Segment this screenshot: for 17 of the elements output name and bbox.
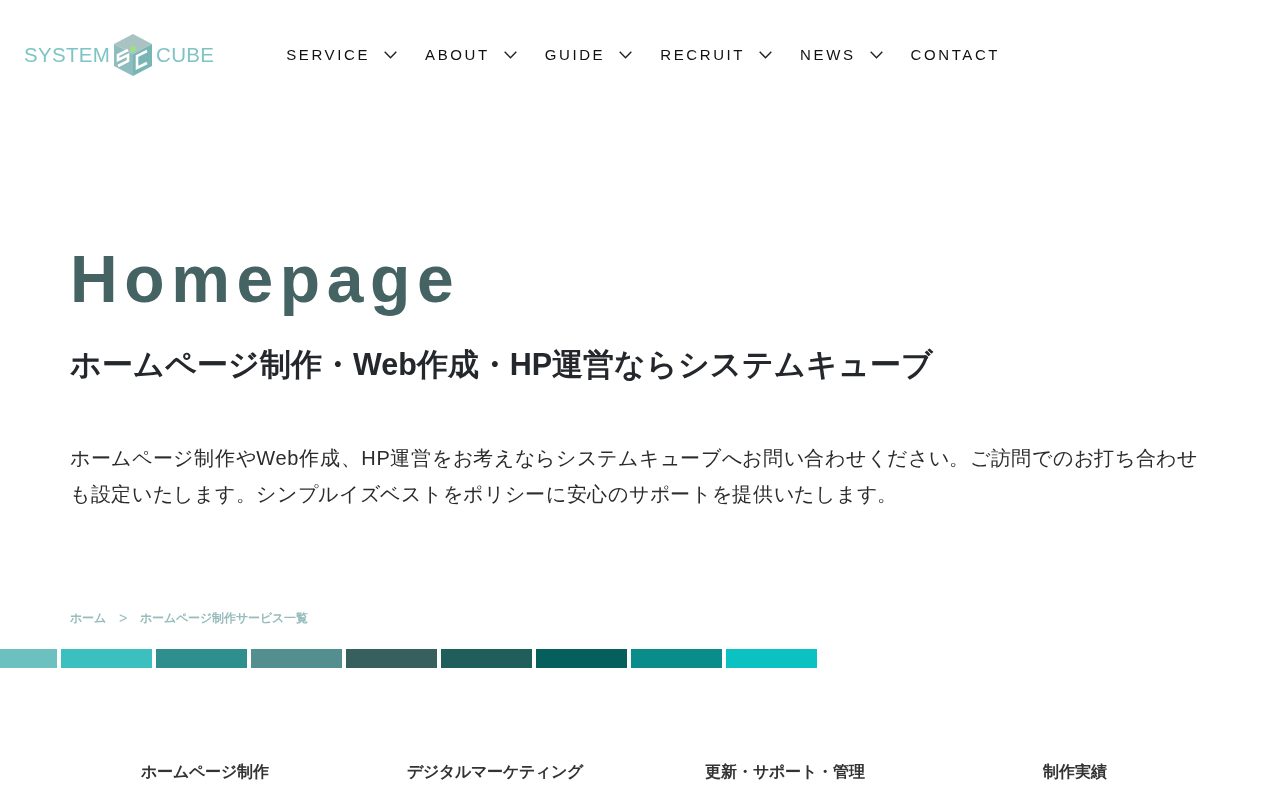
- service-tab[interactable]: 更新・サポート・管理: [705, 760, 865, 784]
- page-subtitle: ホームページ制作・Web作成・HP運営ならシステムキューブ: [70, 346, 934, 383]
- nav-link[interactable]: NEWS: [800, 45, 883, 65]
- nav-link[interactable]: ABOUT: [425, 45, 517, 65]
- logo-text: SYSTEM: [24, 44, 111, 66]
- breadcrumb-separator: >: [119, 609, 128, 627]
- service-tab[interactable]: デジタルマーケティング: [407, 760, 583, 784]
- nav-link[interactable]: RECRUIT: [660, 45, 773, 65]
- logo-text: CUBE: [156, 44, 215, 66]
- nav-link[interactable]: CONTACT: [910, 45, 1001, 65]
- page-title: Homepage: [70, 241, 461, 318]
- nav-link[interactable]: SERVICE: [286, 45, 398, 65]
- nav-link[interactable]: GUIDE: [544, 45, 633, 65]
- service-tab[interactable]: ホームページ制作: [141, 760, 269, 784]
- service-tab[interactable]: 制作実績: [1043, 760, 1107, 784]
- intro-paragraph: ホームページ制作やWeb作成、HP運営をお考えならシステムキューブへお問い合わせください。ご訪問でのお打ち合わせも設定いたします。シンプルイズベストをポリシーに安心のサポートを提供いたします。: [70, 446, 1199, 507]
- cube-logo-icon: [112, 34, 155, 76]
